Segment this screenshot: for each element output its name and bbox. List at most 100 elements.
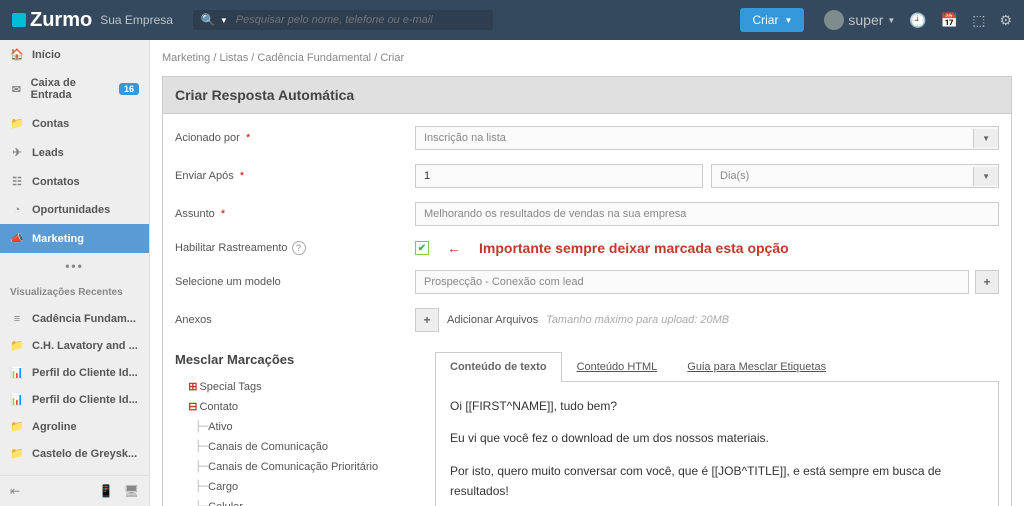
tab-text-content[interactable]: Conteúdo de texto: [435, 352, 562, 382]
sidebar: 🏠 Início ✉Caixa de Entrada16 📁 Contas ✈ Lea…: [0, 40, 150, 506]
logo[interactable]: Zurmo: [12, 9, 92, 32]
tree-leaf[interactable]: ├─Ativo: [175, 417, 415, 437]
sidebar-item-contacts[interactable]: ☷Contatos: [0, 167, 149, 196]
subject-value: Melhorando os resultados de vendas na su…: [424, 208, 686, 220]
search-dropdown-caret[interactable]: ▼: [220, 16, 228, 25]
merge-tree: ⊞Special Tags ⊟Contato ├─Ativo ├─Canais …: [175, 377, 415, 506]
user-menu[interactable]: super▼: [824, 10, 895, 30]
help-icon[interactable]: ?: [292, 241, 306, 255]
attach-button-label[interactable]: Adicionar Arquivos: [447, 314, 538, 326]
tree-leaf[interactable]: ├─Cargo: [175, 477, 415, 497]
form-body: Acionado por * Inscrição na lista▼ Envia…: [162, 114, 1012, 506]
send-after-unit-select[interactable]: Dia(s)▼: [711, 164, 999, 188]
sidebar-item-label: Oportunidades: [32, 204, 110, 216]
cube-icon[interactable]: ⬚: [972, 12, 985, 29]
exit-icon[interactable]: ⇤: [10, 484, 20, 498]
folder-icon: 📁: [10, 117, 24, 130]
topbar: Zurmo Sua Empresa 🔍 ▼ Criar▼ super▼ 🕘 📅 …: [0, 0, 1024, 40]
tree-expand-icon[interactable]: ⊞: [188, 377, 197, 397]
sidebar-item-label: Contatos: [32, 176, 80, 188]
tab-html-content[interactable]: Conteúdo HTML: [562, 352, 673, 381]
calendar-icon[interactable]: 📅: [941, 12, 958, 29]
sidebar-item-home[interactable]: 🏠 Início: [0, 40, 149, 69]
editor-tabs: Conteúdo de texto Conteúdo HTML Guia par…: [435, 352, 999, 382]
chart-icon: 📊: [10, 393, 24, 406]
sidebar-footer: ⇤ 📱 🖥: [0, 475, 149, 506]
sidebar-more[interactable]: •••: [0, 253, 149, 279]
page-title: Criar Resposta Automática: [162, 76, 1012, 114]
sidebar-item-inbox[interactable]: ✉Caixa de Entrada16: [0, 69, 149, 109]
breadcrumb-link[interactable]: Listas: [219, 52, 248, 64]
sidebar-item-label: Início: [32, 49, 61, 61]
recent-label: Cadência Fundam...: [32, 313, 136, 325]
tree-leaf[interactable]: ├─Celular: [175, 497, 415, 506]
recent-label: Castelo de Greysk...: [32, 448, 137, 460]
list-icon: ≡: [10, 313, 24, 325]
editor-textarea[interactable]: Oi [[FIRST^NAME]], tudo bem? Eu vi que v…: [435, 382, 999, 506]
gear-icon[interactable]: ⚙: [999, 12, 1012, 29]
search-container[interactable]: 🔍 ▼: [193, 10, 493, 30]
recent-item[interactable]: ≡ Cadência Fundam...: [0, 306, 149, 332]
sidebar-item-marketing[interactable]: 📣Marketing: [0, 224, 149, 253]
tracking-checkbox[interactable]: ✔: [415, 241, 429, 255]
add-attachment-button[interactable]: +: [415, 308, 439, 332]
send-after-input[interactable]: [415, 164, 703, 188]
chart-icon: 📊: [10, 366, 24, 379]
recent-label: C.H. Lavatory and ...: [32, 340, 138, 352]
select-value: Dia(s): [720, 170, 749, 182]
recent-label: Perfil do Cliente Id...: [32, 394, 138, 406]
editor-line: Eu vi que você fez o download de um dos …: [450, 428, 984, 448]
breadcrumb-link[interactable]: Marketing: [162, 52, 210, 64]
caret-down-icon: ▼: [784, 16, 792, 25]
recent-item[interactable]: 📁 Castelo de Greysk...: [0, 440, 149, 467]
avatar: [824, 10, 844, 30]
add-model-button[interactable]: +: [975, 270, 999, 294]
mobile-icon[interactable]: 📱: [99, 484, 114, 498]
model-select[interactable]: Prospecção - Conexão com lead: [415, 270, 969, 294]
model-label: Selecione um modelo: [175, 276, 415, 288]
recent-item[interactable]: 📊 Perfil do Cliente Id...: [0, 386, 149, 413]
sidebar-item-leads[interactable]: ✈ Leads: [0, 138, 149, 167]
leads-icon: ✈: [10, 146, 24, 159]
editor-line: Oi [[FIRST^NAME]], tudo bem?: [450, 396, 984, 416]
breadcrumb-link[interactable]: Cadência Fundamental: [257, 52, 371, 64]
tab-merge-guide[interactable]: Guia para Mesclar Etiquetas: [672, 352, 841, 381]
search-input[interactable]: [236, 14, 485, 26]
company-name: Sua Empresa: [100, 13, 173, 27]
top-icons: super▼ 🕘 📅 ⬚ ⚙: [824, 10, 1012, 30]
clock-icon[interactable]: 🕘: [909, 12, 926, 29]
create-button[interactable]: Criar▼: [740, 8, 804, 32]
tree-node-special[interactable]: ⊞Special Tags: [175, 377, 415, 397]
brand-text: Zurmo: [30, 9, 92, 32]
tracking-label: Habilitar Rastreamento?: [175, 241, 415, 255]
tree-node-contact[interactable]: ⊟Contato: [175, 397, 415, 417]
attach-label: Anexos: [175, 314, 415, 326]
sidebar-item-accounts[interactable]: 📁 Contas: [0, 109, 149, 138]
arrow-annotation-icon: ←: [447, 240, 461, 256]
sidebar-item-label: Leads: [32, 147, 64, 159]
subject-input[interactable]: Melhorando os resultados de vendas na su…: [415, 202, 999, 226]
tree-leaf[interactable]: ├─Canais de Comunicação Prioritário: [175, 457, 415, 477]
content: Marketing / Listas / Cadência Fundamenta…: [150, 40, 1024, 506]
marketing-icon: 📣: [10, 232, 24, 245]
sidebar-item-opportunities[interactable]: ◔Oportunidades: [0, 196, 149, 224]
recent-header: Visualizações Recentes: [0, 279, 149, 306]
triggered-by-select[interactable]: Inscrição na lista▼: [415, 126, 999, 150]
home-icon: 🏠: [10, 48, 24, 61]
attach-hint: Tamanho máximo para upload: 20MB: [546, 314, 729, 326]
editor-panel: Conteúdo de texto Conteúdo HTML Guia par…: [435, 352, 999, 506]
tree-collapse-icon[interactable]: ⊟: [188, 397, 197, 417]
select-value: Prospecção - Conexão com lead: [424, 276, 584, 288]
recent-item[interactable]: 📊Perfil do Cliente Id...: [0, 359, 149, 386]
triggered-by-label: Acionado por *: [175, 132, 415, 144]
send-after-field[interactable]: [424, 170, 694, 182]
sidebar-item-label: Contas: [32, 118, 69, 130]
desktop-icon[interactable]: 🖥: [124, 484, 139, 498]
recent-item[interactable]: 📁Agroline: [0, 413, 149, 440]
breadcrumb-current: Criar: [380, 52, 404, 64]
sidebar-item-label: Caixa de Entrada: [31, 77, 111, 101]
logo-icon: [12, 13, 26, 27]
folder-icon: 📁: [10, 447, 24, 460]
recent-item[interactable]: 📁C.H. Lavatory and ...: [0, 332, 149, 359]
tree-leaf[interactable]: ├─Canais de Comunicação: [175, 437, 415, 457]
